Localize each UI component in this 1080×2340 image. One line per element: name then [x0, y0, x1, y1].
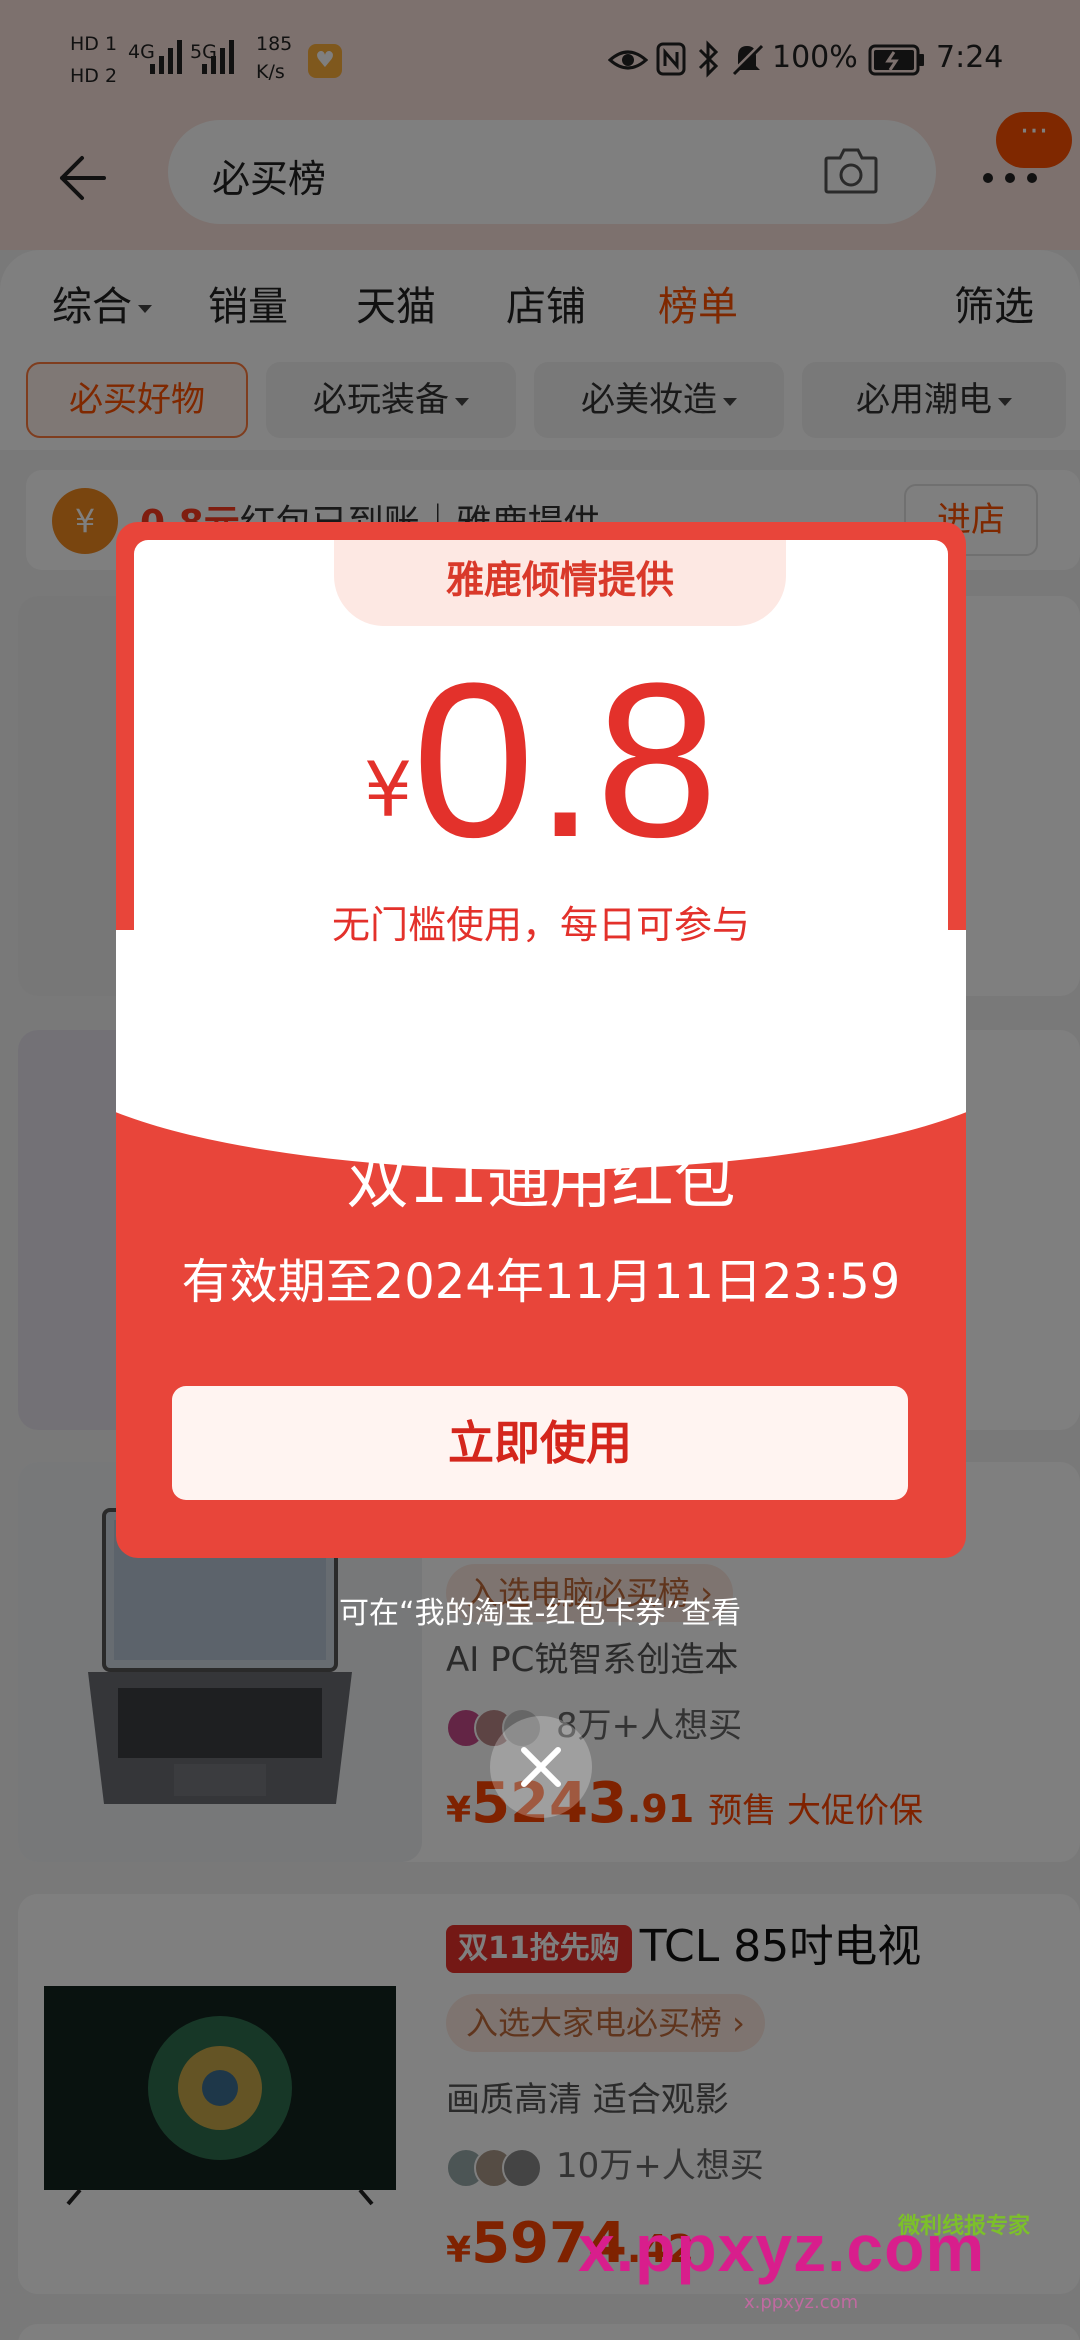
close-button[interactable]	[490, 1716, 592, 1818]
use-now-button[interactable]: 立即使用	[172, 1386, 908, 1500]
packet-usage-note: 无门槛使用，每日可参与	[331, 903, 750, 947]
amount-currency: ¥	[363, 745, 413, 834]
close-icon	[521, 1747, 561, 1787]
amount-value: 0.8	[412, 637, 719, 883]
packet-hint: 可在“我的淘宝-红包卡券”查看	[339, 1596, 741, 1631]
site-watermark-small: x.ppxyz.com	[744, 2292, 859, 2313]
packet-title: 双11通用红包	[346, 1144, 736, 1217]
provider-banner: 雅鹿倾情提供	[334, 540, 786, 626]
packet-amount: ¥0.8	[134, 640, 948, 880]
site-watermark: x.ppxyz.com	[578, 2211, 986, 2285]
watermark-text: 线报酷-new.xianbao.fun	[729, 1010, 960, 1034]
red-packet-dialog: 雅鹿倾情提供 ¥0.8 无门槛使用，每日可参与 线报酷-new.xianbao.…	[116, 522, 966, 1558]
packet-expiry: 有效期至2024年11月11日23:59	[181, 1254, 901, 1310]
